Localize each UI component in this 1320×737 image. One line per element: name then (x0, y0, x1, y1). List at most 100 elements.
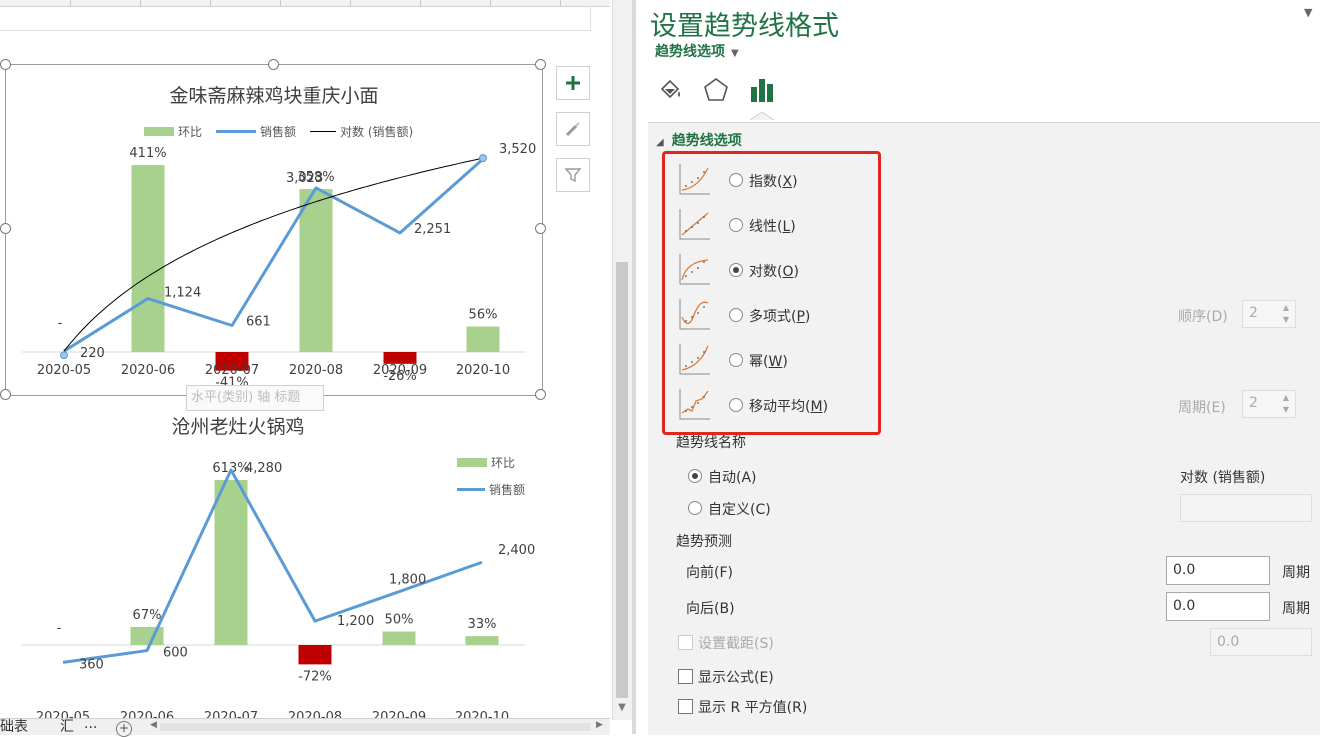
add-sheet-button[interactable]: + (116, 721, 132, 737)
bar-data-label[interactable]: - (57, 621, 62, 636)
chart-filters-button[interactable] (556, 158, 590, 192)
chart-styles-button[interactable] (556, 112, 590, 146)
fill-line-tab[interactable] (650, 70, 690, 110)
pane-title: 设置趋势线格式 (650, 11, 839, 42)
chart-2-plot[interactable]: -67%613%-72%50% 33%3606004,2801,2001,8002… (5, 406, 541, 726)
bar-data-label[interactable]: -72% (298, 669, 332, 684)
name-auto-value: 对数 (销售额) (1180, 470, 1266, 486)
bar-mark[interactable] (130, 626, 164, 645)
cell-grid[interactable] (0, 6, 591, 31)
category-tick-label[interactable]: 2020-07 (205, 363, 259, 378)
sales-line[interactable] (62, 468, 483, 664)
scroll-left-icon[interactable]: ◀ (150, 720, 157, 730)
resize-handle[interactable] (535, 223, 546, 234)
bar-data-label[interactable]: - (58, 316, 63, 331)
bar-mark[interactable] (299, 189, 333, 352)
bar-data-label[interactable]: 67% (133, 608, 162, 623)
name-custom-radio[interactable] (688, 501, 702, 515)
sheet-tab[interactable]: 础表 (0, 716, 28, 736)
section-header[interactable]: ◢ 趋势线选项 (656, 130, 742, 150)
bar-mark[interactable] (131, 165, 165, 352)
vertical-scroll-thumb[interactable] (616, 262, 628, 698)
sheet-tab[interactable]: 汇 (60, 716, 74, 736)
more-tabs[interactable]: ... (84, 716, 97, 732)
set-intercept-checkbox[interactable] (678, 635, 693, 650)
filter-icon (564, 168, 582, 183)
line-data-label[interactable]: 2,251 (414, 222, 451, 237)
horizontal-scrollbar[interactable] (160, 723, 590, 731)
bar-mark[interactable] (465, 636, 499, 645)
backward-input[interactable]: 0.0 (1166, 592, 1270, 621)
chart-1[interactable]: 金味斋麻辣鸡块重庆小面 环比 销售额 对数 (销售额) -411% -41% 358… (5, 64, 543, 396)
line-data-label[interactable]: 4,280 (245, 461, 282, 476)
show-r2-label[interactable]: 显示 R 平方值(R) (698, 697, 807, 717)
resize-handle[interactable] (0, 223, 11, 234)
category-tick-label[interactable]: 2020-09 (373, 363, 427, 378)
bar-mark[interactable] (298, 645, 332, 665)
resize-handle[interactable] (535, 389, 546, 400)
chart-1-plot[interactable]: -411%-41%358%-26%56%2201,1246613,0232,25… (6, 65, 542, 395)
line-data-label[interactable]: 360 (79, 657, 104, 672)
resize-handle[interactable] (535, 59, 546, 70)
set-intercept-label[interactable]: 设置截距(S) (698, 633, 774, 653)
scroll-right-icon[interactable]: ▶ (596, 720, 603, 730)
effects-tab[interactable] (696, 70, 736, 110)
order-spinner[interactable]: 2 ▲ ▼ (1242, 300, 1296, 328)
options-dropdown[interactable]: 趋势线选项 ▼ (655, 41, 739, 61)
category-tick-label[interactable]: 2020-06 (121, 363, 175, 378)
line-data-label[interactable]: 1,800 (389, 573, 426, 588)
forward-label: 向前(F) (686, 565, 733, 581)
scroll-down-icon[interactable]: ▼ (616, 702, 628, 714)
name-custom-label[interactable]: 自定义(C) (708, 499, 771, 519)
category-tick-label[interactable]: 2020-08 (289, 363, 343, 378)
spin-up-icon: ▲ (1282, 393, 1289, 402)
name-auto-label[interactable]: 自动(A) (708, 467, 757, 487)
backward-label: 向后(B) (686, 601, 735, 617)
chart-2[interactable]: 沧州老灶火锅鸡 环比 销售额 -67% 613% -72% 50% 33% 360 600 4… (5, 406, 541, 726)
log-trendline[interactable] (63, 157, 484, 352)
line-data-label[interactable]: 600 (163, 646, 188, 661)
show-r2-checkbox[interactable] (678, 699, 693, 714)
trendline-handle[interactable] (479, 154, 487, 163)
bar-data-label[interactable]: 50% (385, 613, 414, 628)
bar-mark[interactable] (214, 480, 248, 645)
line-data-label[interactable]: 1,124 (164, 286, 201, 301)
plus-icon (566, 76, 580, 90)
sales-line[interactable] (63, 157, 484, 353)
bar-mark[interactable] (466, 326, 500, 352)
chevron-down-icon: ▼ (731, 48, 739, 59)
line-data-label[interactable]: 2,400 (498, 543, 535, 558)
forward-unit: 周期 (1282, 565, 1310, 581)
show-equation-checkbox[interactable] (678, 669, 693, 684)
period-spinner[interactable]: 2 ▲ ▼ (1242, 390, 1296, 418)
bar-mark[interactable] (382, 631, 416, 645)
intercept-input[interactable]: 0.0 (1210, 628, 1312, 656)
pane-options-icon[interactable]: ▼ (1304, 6, 1312, 19)
category-tick-label[interactable]: 2020-05 (37, 363, 91, 378)
options-tab[interactable] (742, 70, 782, 110)
line-data-label[interactable]: 1,200 (337, 614, 374, 629)
name-auto-radio[interactable] (688, 469, 702, 483)
resize-handle[interactable] (0, 59, 11, 70)
spin-down-icon: ▼ (1282, 315, 1289, 324)
line-data-label[interactable]: 220 (80, 346, 105, 361)
forward-input[interactable]: 0.0 (1166, 556, 1270, 585)
bar-chart-icon (751, 79, 773, 102)
show-equation-label[interactable]: 显示公式(E) (698, 667, 774, 687)
chart-elements-button[interactable] (556, 66, 590, 100)
resize-handle[interactable] (0, 389, 11, 400)
bar-data-label[interactable]: 56% (469, 308, 498, 323)
bar-data-label[interactable]: 33% (468, 617, 497, 632)
line-data-label[interactable]: 3,520 (499, 142, 536, 157)
line-data-label[interactable]: 3,023 (286, 171, 323, 186)
collapse-triangle-icon: ◢ (656, 137, 664, 148)
paint-bucket-icon (660, 79, 680, 99)
trendline-handle[interactable] (60, 351, 68, 360)
backward-unit: 周期 (1282, 601, 1310, 617)
active-tab-indicator (750, 112, 774, 120)
category-tick-label[interactable]: 2020-10 (456, 363, 510, 378)
bar-data-label[interactable]: 411% (129, 146, 166, 161)
resize-handle[interactable] (268, 59, 279, 70)
custom-name-input[interactable] (1180, 494, 1312, 522)
line-data-label[interactable]: 661 (246, 315, 271, 330)
